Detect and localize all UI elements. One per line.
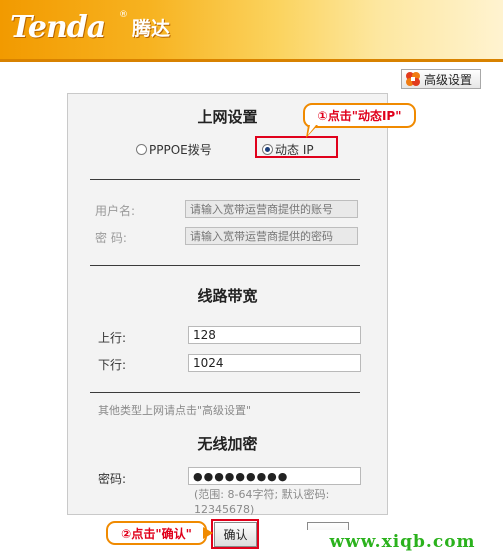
divider — [90, 265, 360, 266]
header-banner: Tenda ® 腾达 — [0, 0, 503, 62]
wireless-password-input[interactable] — [188, 467, 361, 485]
radio-pppoe[interactable]: PPPOE拨号 — [136, 141, 212, 158]
dynamic-ip-highlight — [255, 136, 338, 158]
wireless-title: 无线加密 — [197, 435, 258, 453]
upload-input[interactable] — [188, 326, 361, 344]
tenda-logo: Tenda — [10, 10, 106, 45]
wireless-password-hint: (范围: 8-64字符; 默认密码: 12345678) — [194, 488, 330, 516]
download-label: 下行: — [98, 358, 127, 372]
advanced-settings-label: 高级设置 — [424, 72, 473, 87]
header-edge — [0, 59, 503, 62]
divider — [90, 392, 360, 393]
radio-pppoe-dot[interactable] — [136, 144, 147, 155]
username-input — [185, 200, 358, 218]
quick-setup-panel: 上网设置 PPPOE拨号 动态 IP 用户名: 密 码: 线路带宽 上行: 下行… — [67, 93, 388, 516]
site-watermark: www.xiqb.com — [302, 530, 503, 553]
download-input[interactable] — [188, 354, 361, 372]
registered-mark: ® — [119, 10, 128, 20]
radio-pppoe-label: PPPOE拨号 — [149, 143, 212, 157]
bandwidth-title: 线路带宽 — [197, 287, 258, 305]
callout-step1-pointer — [306, 125, 318, 138]
password-label: 密 码: — [95, 231, 127, 245]
divider — [90, 179, 360, 180]
callout-step2-pointer — [203, 527, 213, 539]
callout-step2: ②点击"确认" — [106, 521, 207, 545]
tenda-logo-cn: 腾达 — [132, 18, 171, 40]
advanced-hint: 其他类型上网请点击"高级设置" — [98, 404, 252, 417]
confirm-highlight — [211, 519, 259, 549]
advanced-settings-button[interactable]: 高级设置 — [401, 69, 481, 89]
upload-label: 上行: — [98, 331, 127, 345]
username-label: 用户名: — [95, 204, 136, 218]
advanced-settings-icon — [406, 72, 420, 86]
wireless-password-label: 密码: — [98, 472, 127, 486]
password-input — [185, 227, 358, 245]
